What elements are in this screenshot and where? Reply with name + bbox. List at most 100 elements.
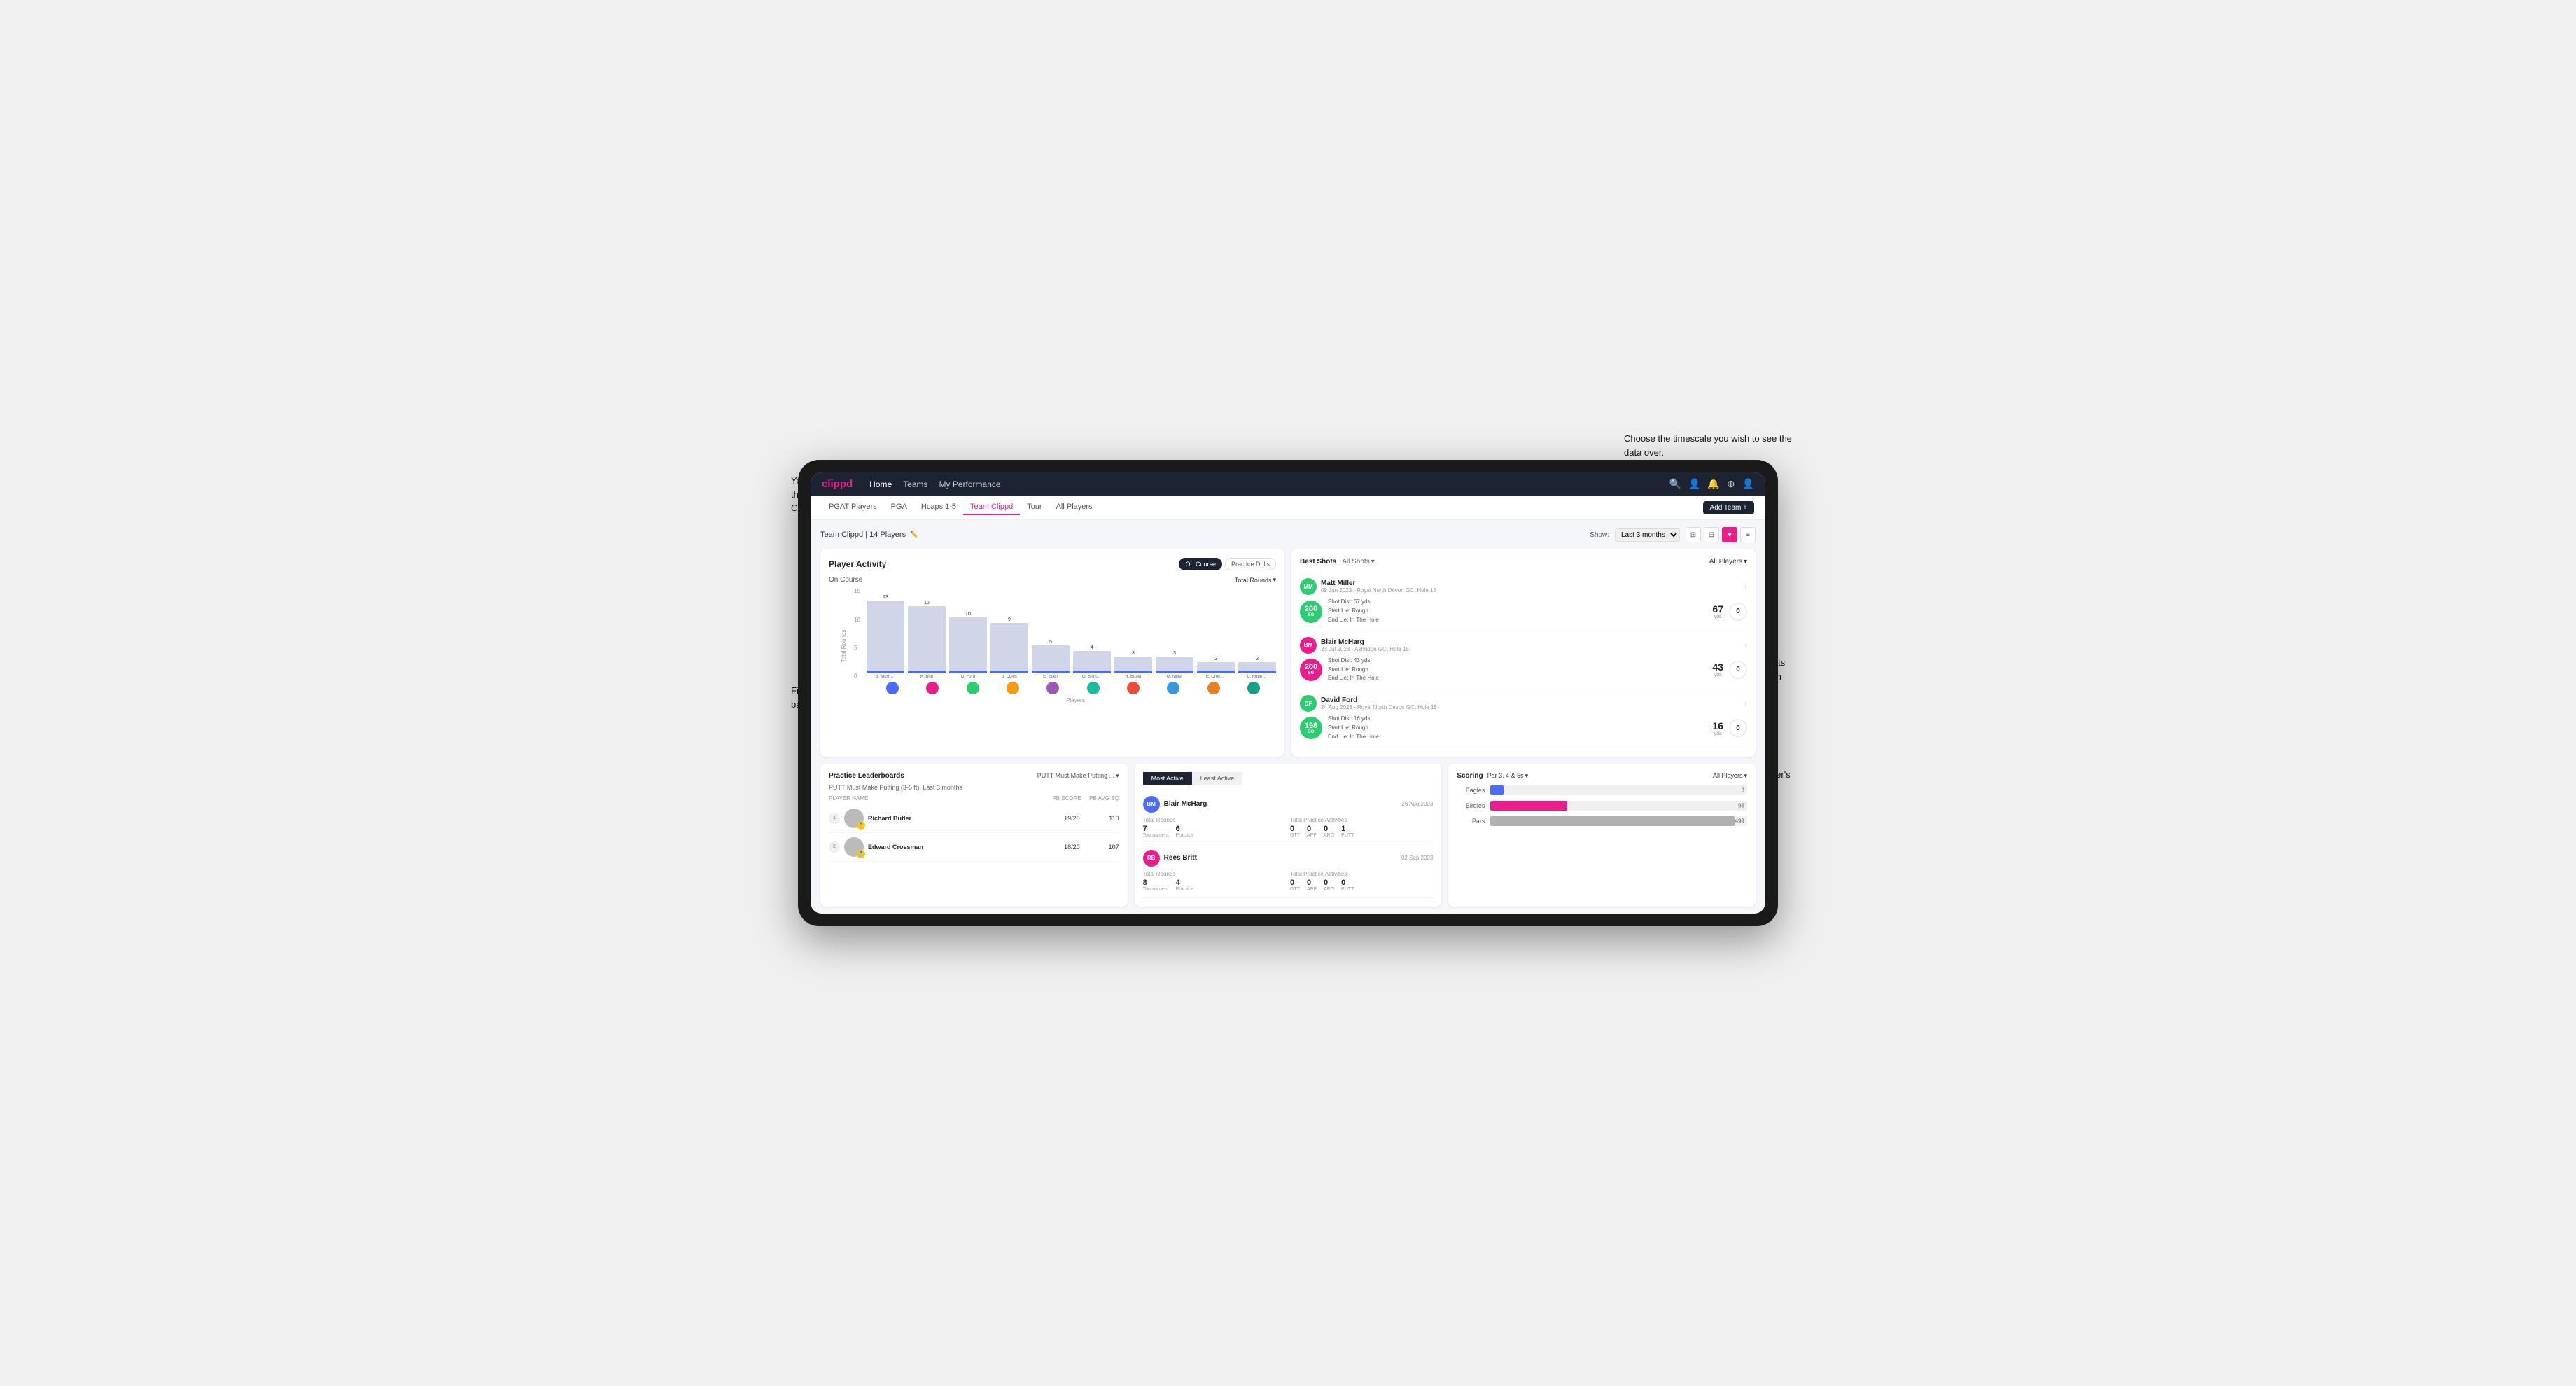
add-team-button[interactable]: Add Team + (1703, 501, 1754, 514)
bar-group: 3M. Miller (1156, 588, 1194, 679)
player-activity-card: Player Activity On Course Practice Drill… (820, 550, 1284, 756)
list-view-icon[interactable]: ⊟ (1704, 527, 1719, 542)
bar-highlight (1156, 671, 1194, 673)
bar-label: E. Ebert (1043, 675, 1058, 679)
bar[interactable] (949, 617, 987, 673)
tablet-frame: clippd Home Teams My Performance 🔍 👤 🔔 ⊕… (798, 460, 1778, 925)
nav-item-home[interactable]: Home (869, 479, 892, 489)
leaderboard-cols: PLAYER NAME PB SCORE PB AVG SQ (829, 795, 1119, 802)
scoring-players-filter[interactable]: All Players ▾ (1713, 772, 1747, 780)
arg-val: 0 (1324, 878, 1334, 887)
best-shots-tab[interactable]: Best Shots (1300, 558, 1336, 566)
scoring-row-label: Eagles (1457, 787, 1485, 794)
badge-number: 200 (1305, 664, 1317, 671)
time-filter-select[interactable]: Last 3 months Last 6 months Last year (1615, 528, 1680, 542)
bar-value: 5 (1049, 640, 1052, 645)
bar-highlight (1032, 671, 1070, 673)
leaderboard-drill[interactable]: PUTT Must Make Putting ... ▾ (1037, 772, 1119, 780)
leaderboard-rows: 1 🥇 Richard Butler 19/20 110 2 🥈 Edward … (829, 804, 1119, 862)
lb-pb-score: 19/20 (1045, 815, 1080, 822)
bar[interactable] (1197, 662, 1235, 673)
shot-start-lie: Start Lie: Rough (1328, 607, 1707, 616)
putt-val: 0 (1341, 878, 1354, 887)
show-filter: Show: Last 3 months Last 6 months Last y… (1590, 527, 1756, 542)
shot-info: Shot Dist: 16 yds Start Lie: Rough End L… (1328, 715, 1707, 741)
chevron-right-icon[interactable]: › (1744, 640, 1747, 650)
scoring-row-label: Pars (1457, 818, 1485, 825)
on-course-toggle[interactable]: On Course (1179, 558, 1222, 570)
bar[interactable] (867, 601, 904, 673)
practice-label: Practice (1176, 887, 1194, 892)
bar-label: J. Coles (1002, 675, 1017, 679)
bar[interactable] (1156, 657, 1194, 673)
shot-date-location: 24 Aug 2023 · Royal North Devon GC, Hole… (1321, 704, 1437, 710)
practice-toggle[interactable]: Practice Drills (1225, 558, 1276, 570)
shot-distance-num: 67 (1712, 603, 1723, 615)
sub-nav-pgat[interactable]: PGAT Players (822, 500, 884, 515)
active-date: 02 Sep 2023 (1401, 855, 1433, 861)
scoring-row-label: Birdies (1457, 802, 1485, 809)
sub-nav: PGAT Players PGA Hcaps 1-5 Team Clippd T… (811, 496, 1765, 520)
bar-value: 13 (883, 595, 888, 600)
sub-nav-tour[interactable]: Tour (1020, 500, 1049, 515)
shot-item: DF David Ford 24 Aug 2023 · Royal North … (1300, 690, 1747, 748)
nav-item-teams[interactable]: Teams (903, 479, 927, 489)
app-val: 0 (1307, 878, 1317, 887)
total-rounds-dropdown[interactable]: Total Rounds ▾ (1235, 576, 1276, 584)
add-icon[interactable]: ⊕ (1727, 478, 1735, 490)
bar-label: L. Robertson (1247, 675, 1267, 679)
sub-nav-pga[interactable]: PGA (884, 500, 914, 515)
search-icon[interactable]: 🔍 (1670, 478, 1681, 490)
bell-icon[interactable]: 🔔 (1707, 478, 1719, 490)
grid-view-icon[interactable]: ⊞ (1686, 527, 1701, 542)
col-pb-avg: PB AVG SQ (1084, 795, 1119, 802)
bar-label: R. Butler (1125, 675, 1141, 679)
active-player-name: Rees Britt (1164, 854, 1197, 862)
toggle-buttons: On Course Practice Drills (1179, 558, 1276, 570)
bar-highlight (1238, 671, 1276, 673)
team-header: Team Clippd | 14 Players ✏️ Show: Last 3… (820, 527, 1756, 542)
active-player-info: RB Rees Britt (1143, 850, 1197, 867)
all-shots-tab[interactable]: All Shots ▾ (1342, 558, 1375, 566)
profile-icon[interactable]: 👤 (1742, 478, 1754, 490)
favorites-view-icon[interactable]: ♥ (1722, 527, 1737, 542)
all-players-filter[interactable]: All Players ▾ (1709, 558, 1747, 566)
bar-group: 9J. Coles (990, 588, 1028, 679)
practice-val: 4 (1176, 878, 1194, 887)
shot-info: Shot Dist: 43 yds Start Lie: Rough End L… (1328, 657, 1707, 683)
content-area: Team Clippd | 14 Players ✏️ Show: Last 3… (811, 520, 1765, 913)
scoring-par-filter[interactable]: Par 3, 4 & 5s ▾ (1488, 772, 1529, 780)
nav-item-my-performance[interactable]: My Performance (939, 479, 1001, 489)
edit-icon[interactable]: ✏️ (910, 531, 918, 539)
shot-player-info: DF David Ford 24 Aug 2023 · Royal North … (1300, 695, 1437, 712)
shot-player-info: BM Blair McHarg 23 Jul 2023 · Ashridge G… (1300, 637, 1409, 654)
shot-details: 200 SG Shot Dist: 43 yds Start Lie: Roug… (1300, 657, 1747, 683)
show-label: Show: (1590, 531, 1609, 539)
bar[interactable] (1032, 645, 1070, 673)
bar[interactable] (1238, 662, 1276, 673)
col-pb-score: PB SCORE (1046, 795, 1082, 802)
chevron-right-icon[interactable]: › (1744, 699, 1747, 708)
nav-icons: 🔍 👤 🔔 ⊕ 👤 (1670, 478, 1754, 490)
app-logo: clippd (822, 478, 853, 490)
bar[interactable] (908, 606, 946, 673)
shot-dist: Shot Dist: 43 yds (1328, 657, 1707, 666)
lb-medal-badge: 🥇 (857, 821, 865, 830)
table-view-icon[interactable]: ≡ (1740, 527, 1756, 542)
sub-nav-hcaps[interactable]: Hcaps 1-5 (914, 500, 963, 515)
bar[interactable] (1073, 651, 1111, 673)
bar[interactable] (990, 623, 1028, 673)
app-label: APP (1307, 887, 1317, 892)
most-active-tab[interactable]: Most Active (1143, 772, 1192, 785)
bar-value: 10 (965, 612, 971, 617)
least-active-tab[interactable]: Least Active (1192, 772, 1243, 785)
sub-nav-team-clippd[interactable]: Team Clippd (963, 500, 1020, 515)
tournament-val: 7 (1143, 825, 1169, 833)
users-icon[interactable]: 👤 (1688, 478, 1700, 490)
shot-player-name: Matt Miller (1321, 580, 1436, 587)
practice-act-label: Total Practice Activities (1290, 817, 1433, 823)
sub-nav-all-players[interactable]: All Players (1049, 500, 1100, 515)
shot-player-name: David Ford (1321, 696, 1437, 704)
chevron-right-icon[interactable]: › (1744, 582, 1747, 592)
bar[interactable] (1114, 657, 1152, 673)
